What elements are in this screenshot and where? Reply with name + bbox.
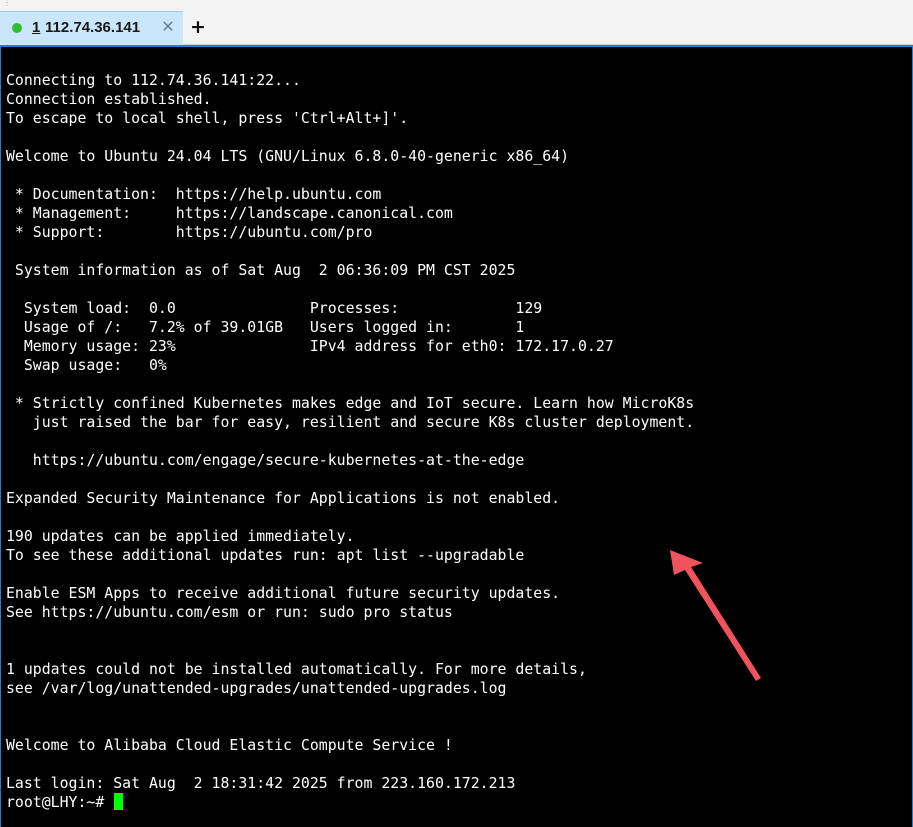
terminal-line: See https://ubuntu.com/esm or run: sudo … bbox=[6, 603, 453, 621]
terminal-line: Connection established. bbox=[6, 90, 212, 108]
terminal-line: 190 updates can be applied immediately. bbox=[6, 527, 355, 545]
new-tab-button[interactable]: + bbox=[188, 16, 208, 38]
terminal-line: 1 updates could not be installed automat… bbox=[6, 660, 587, 678]
terminal-line: * Documentation: https://help.ubuntu.com bbox=[6, 185, 382, 203]
terminal-line: Swap usage: 0% bbox=[6, 356, 167, 374]
tab-bar: ⋮ 1 112.74.36.141 ✕ + bbox=[0, 0, 913, 45]
terminal-line: Expanded Security Maintenance for Applic… bbox=[6, 489, 561, 507]
terminal-line: Last login: Sat Aug 2 18:31:42 2025 from… bbox=[6, 774, 516, 792]
terminal-line: * Strictly confined Kubernetes makes edg… bbox=[6, 394, 695, 412]
terminal-line: Usage of /: 7.2% of 39.01GB Users logged… bbox=[6, 318, 525, 336]
terminal-pane[interactable]: Connecting to 112.74.36.141:22... Connec… bbox=[0, 45, 913, 827]
terminal-line: see /var/log/unattended-upgrades/unatten… bbox=[6, 679, 507, 697]
terminal-line: just raised the bar for easy, resilient … bbox=[6, 413, 695, 431]
tab-session-1[interactable]: 1 112.74.36.141 ✕ bbox=[0, 11, 183, 45]
close-tab-icon[interactable]: ✕ bbox=[159, 16, 177, 38]
ssh-client-window: ⋮ 1 112.74.36.141 ✕ + Connecting to 112.… bbox=[0, 0, 913, 827]
terminal-cursor bbox=[114, 793, 124, 810]
terminal-line: To escape to local shell, press 'Ctrl+Al… bbox=[6, 109, 409, 127]
terminal-line: * Management: https://landscape.canonica… bbox=[6, 204, 453, 222]
shell-prompt: root@LHY:~# bbox=[6, 793, 114, 811]
tab-title: 112.74.36.141 bbox=[45, 19, 141, 36]
terminal-line: Memory usage: 23% IPv4 address for eth0:… bbox=[6, 337, 614, 355]
terminal-output: Connecting to 112.74.36.141:22... Connec… bbox=[6, 71, 694, 793]
connected-status-icon bbox=[12, 23, 22, 33]
terminal-line: Enable ESM Apps to receive additional fu… bbox=[6, 584, 561, 602]
terminal-line: * Support: https://ubuntu.com/pro bbox=[6, 223, 373, 241]
terminal-line: Welcome to Alibaba Cloud Elastic Compute… bbox=[6, 736, 453, 754]
terminal-prompt-line[interactable]: root@LHY:~# bbox=[6, 793, 124, 812]
tab-number: 1 bbox=[32, 19, 41, 36]
terminal-line: System load: 0.0 Processes: 129 bbox=[6, 299, 543, 317]
terminal-line: https://ubuntu.com/engage/secure-kuberne… bbox=[6, 451, 525, 469]
terminal-line: Welcome to Ubuntu 24.04 LTS (GNU/Linux 6… bbox=[6, 147, 570, 165]
terminal-line: To see these additional updates run: apt… bbox=[6, 546, 525, 564]
drag-grip-icon[interactable]: ⋮ bbox=[3, 0, 11, 9]
terminal-line: Connecting to 112.74.36.141:22... bbox=[6, 71, 301, 89]
terminal-line: System information as of Sat Aug 2 06:36… bbox=[6, 261, 516, 279]
